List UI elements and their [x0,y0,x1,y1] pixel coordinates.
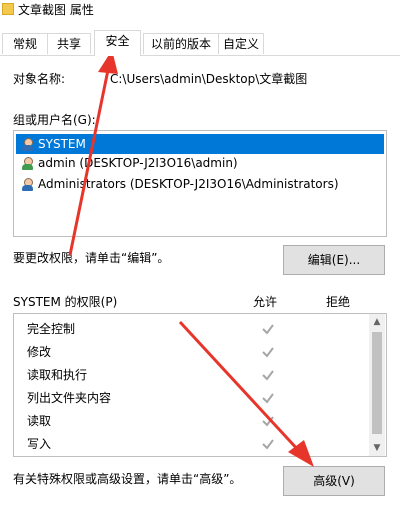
list-item-administrators[interactable]: Administrators (DESKTOP-J2I3O16\Administ… [16,174,339,194]
advanced-hint: 有关特殊权限或高级设置，请单击“高级”。 [13,472,242,486]
folder-icon [2,3,14,15]
scroll-up-icon[interactable]: ▲ [369,314,385,330]
deny-column-header: 拒绝 [326,295,351,309]
object-name-value: C:\Users\admin\Desktop\文章截图 [110,72,308,86]
permission-row-read-execute: 读取和执行 [27,368,88,382]
permissions-scrollbar[interactable]: ▲ ▼ [369,314,385,456]
tab-strip: 常规 共享 安全 以前的版本 自定义 [0,30,400,56]
tab-customize[interactable]: 自定义 [218,33,264,54]
permission-row-write: 写入 [27,437,52,451]
advanced-button[interactable]: 高级(V) [283,466,385,496]
list-item-label: Administrators (DESKTOP-J2I3O16\Administ… [38,177,339,191]
allow-check-icon [261,345,275,359]
groups-label: 组或用户名(G): [13,113,96,127]
tab-sharing[interactable]: 共享 [47,33,91,54]
tab-general[interactable]: 常规 [2,33,48,54]
allow-column-header: 允许 [253,295,278,309]
allow-check-icon [261,437,275,451]
user-group-icon [20,177,36,192]
window-title: 文章截图 属性 [18,3,94,17]
title-bar: 文章截图 属性 [0,0,400,22]
permissions-header: SYSTEM 的权限(P) [13,295,118,309]
permissions-list: 完全控制 修改 读取和执行 列出文件夹内容 读取 写入 ▲ ▼ [13,313,387,457]
edit-button[interactable]: 编辑(E)... [283,245,385,275]
scroll-down-icon[interactable]: ▼ [369,440,385,456]
permission-row-modify: 修改 [27,345,52,359]
tab-security[interactable]: 安全 [94,30,141,56]
tab-previous-versions[interactable]: 以前的版本 [143,33,219,54]
list-item-system[interactable]: SYSTEM [16,134,384,154]
allow-check-icon [261,322,275,336]
list-item-label: SYSTEM [38,137,86,151]
groups-listbox[interactable]: SYSTEM admin (DESKTOP-J2I3O16\admin) Adm… [13,130,387,237]
allow-check-icon [261,391,275,405]
list-item-label: admin (DESKTOP-J2I3O16\admin) [38,156,238,170]
edit-hint: 要更改权限，请单击“编辑”。 [13,251,170,265]
permission-row-read: 读取 [27,414,52,428]
permission-row-full-control: 完全控制 [27,322,76,336]
permission-row-list-folder: 列出文件夹内容 [27,391,112,405]
user-icon [20,156,36,171]
list-item-admin[interactable]: admin (DESKTOP-J2I3O16\admin) [16,153,238,173]
scroll-thumb[interactable] [372,332,382,434]
user-group-icon [20,137,36,152]
allow-check-icon [261,414,275,428]
object-name-label: 对象名称: [13,72,66,86]
allow-check-icon [261,368,275,382]
tab-divider [0,55,400,56]
